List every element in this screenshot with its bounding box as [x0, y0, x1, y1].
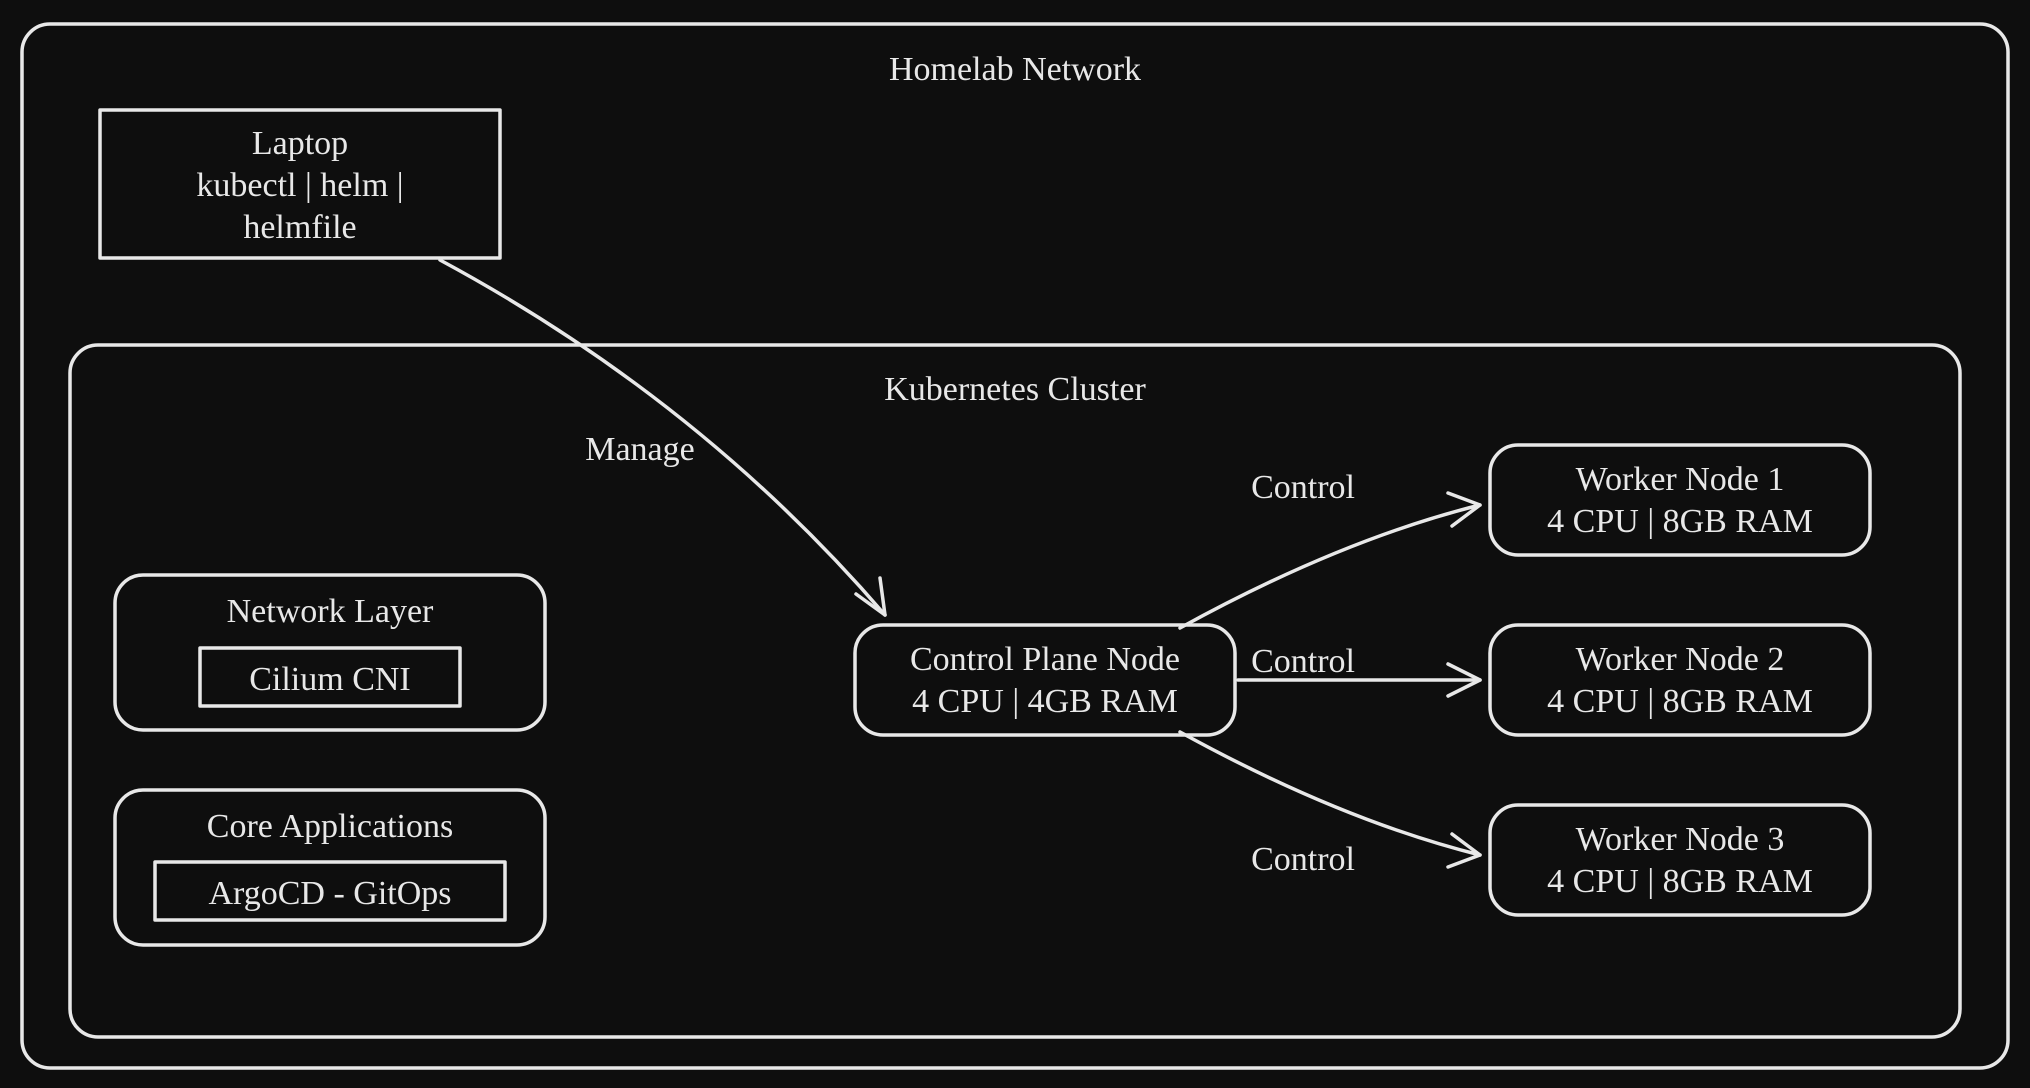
control-edge-1: Control: [1180, 469, 1480, 628]
manage-edge: Manage: [440, 260, 885, 615]
network-layer-title: Network Layer: [227, 593, 434, 630]
worker-node-3: Worker Node 3 4 CPU | 8GB RAM: [1490, 805, 1870, 915]
core-applications-title: Core Applications: [207, 808, 453, 845]
laptop-line2: kubectl | helm |: [196, 167, 403, 204]
laptop-line1: Laptop: [252, 125, 348, 162]
worker1-line2: 4 CPU | 8GB RAM: [1547, 503, 1813, 540]
manage-label: Manage: [585, 431, 695, 468]
kubernetes-cluster-title: Kubernetes Cluster: [884, 371, 1146, 408]
laptop-node: Laptop kubectl | helm | helmfile: [100, 110, 500, 258]
control-plane-line2: 4 CPU | 4GB RAM: [912, 683, 1178, 720]
core-applications-group: Core Applications ArgoCD - GitOps: [115, 790, 545, 945]
laptop-line3: helmfile: [243, 209, 356, 246]
architecture-diagram: Homelab Network Laptop kubectl | helm | …: [0, 0, 2030, 1088]
worker-node-2: Worker Node 2 4 CPU | 8GB RAM: [1490, 625, 1870, 735]
worker-node-1: Worker Node 1 4 CPU | 8GB RAM: [1490, 445, 1870, 555]
control-label-1: Control: [1251, 469, 1355, 506]
control-label-2: Control: [1251, 643, 1355, 680]
control-edge-3: Control: [1180, 732, 1480, 878]
network-layer-inner: Cilium CNI: [249, 661, 411, 698]
control-plane-line1: Control Plane Node: [910, 641, 1180, 678]
control-plane-node: Control Plane Node 4 CPU | 4GB RAM: [855, 625, 1235, 735]
worker3-line2: 4 CPU | 8GB RAM: [1547, 863, 1813, 900]
worker3-line1: Worker Node 3: [1576, 821, 1785, 858]
worker2-line1: Worker Node 2: [1576, 641, 1785, 678]
network-layer-group: Network Layer Cilium CNI: [115, 575, 545, 730]
core-applications-inner: ArgoCD - GitOps: [208, 875, 451, 912]
worker1-line1: Worker Node 1: [1576, 461, 1785, 498]
worker2-line2: 4 CPU | 8GB RAM: [1547, 683, 1813, 720]
homelab-network-title: Homelab Network: [889, 51, 1141, 88]
control-label-3: Control: [1251, 841, 1355, 878]
control-edge-2: Control: [1238, 643, 1480, 696]
